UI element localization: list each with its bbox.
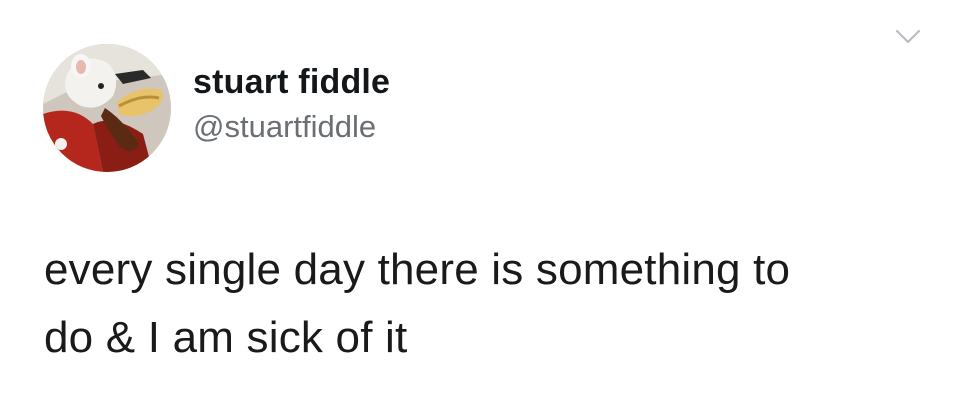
author-handle[interactable]: @stuartfiddle [193, 109, 376, 145]
tweet-card: stuart fiddle @stuartfiddle every single… [0, 0, 960, 413]
tweet-text-line: do & I am sick of it [44, 313, 408, 362]
author-display-name[interactable]: stuart fiddle [193, 63, 390, 102]
tweet-text-line: every single day there is something to [44, 245, 791, 294]
chevron-down-icon[interactable] [894, 27, 922, 47]
tweet-text: every single day there is something to d… [44, 236, 924, 372]
avatar[interactable] [43, 44, 171, 172]
avatar-image [43, 44, 171, 172]
